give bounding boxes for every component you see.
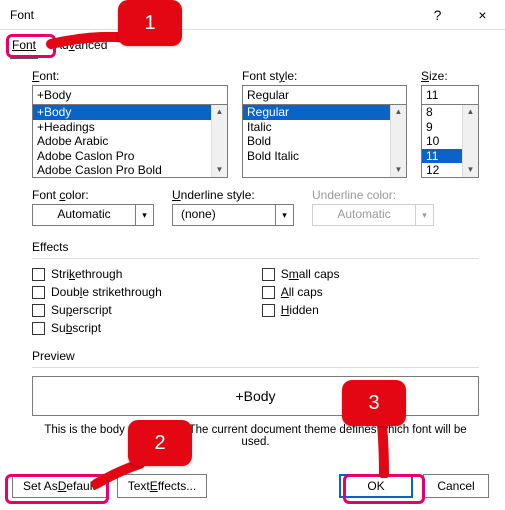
titlebar: Font ? × xyxy=(0,0,505,30)
tab-strip: Font Advanced xyxy=(0,30,505,59)
chevron-down-icon: ▾ xyxy=(415,205,433,225)
help-button[interactable]: ? xyxy=(415,0,460,30)
underline-color-label: Underline color: xyxy=(312,188,434,202)
checkbox-all-caps[interactable]: All caps xyxy=(262,285,340,299)
button-row: Set As Default Text Effects... OK Cancel xyxy=(0,464,505,510)
list-item[interactable]: Adobe Caslon Pro xyxy=(33,149,227,164)
font-input[interactable] xyxy=(32,85,228,105)
checkbox-superscript[interactable]: Superscript xyxy=(32,303,162,317)
list-item[interactable]: Adobe Arabic xyxy=(33,134,227,149)
window-title: Font xyxy=(10,8,415,22)
font-style-label: Font style: xyxy=(242,69,407,83)
underline-color-dropdown: Automatic ▾ xyxy=(312,204,434,226)
list-item[interactable]: +Body xyxy=(33,105,227,120)
scrollbar[interactable] xyxy=(211,105,227,177)
scrollbar[interactable] xyxy=(390,105,406,177)
chevron-down-icon: ▾ xyxy=(135,205,153,225)
underline-style-label: Underline style: xyxy=(172,188,294,202)
size-input[interactable] xyxy=(421,85,479,105)
underline-style-dropdown[interactable]: (none) ▾ xyxy=(172,204,294,226)
checkbox-double-strikethrough[interactable]: Double strikethrough xyxy=(32,285,162,299)
scrollbar[interactable] xyxy=(462,105,478,177)
list-item[interactable]: Bold Italic xyxy=(243,149,406,164)
font-style-input[interactable] xyxy=(242,85,407,105)
cancel-button[interactable]: Cancel xyxy=(423,474,489,498)
font-style-listbox[interactable]: Regular Italic Bold Bold Italic xyxy=(242,104,407,178)
tab-font[interactable]: Font xyxy=(10,36,38,59)
list-item[interactable]: Adobe Caslon Pro Bold xyxy=(33,163,227,178)
preview-label: Preview xyxy=(32,349,479,363)
effects-group: Strikethrough Double strikethrough Super… xyxy=(32,267,479,335)
size-label: Size: xyxy=(421,69,479,83)
font-color-dropdown[interactable]: Automatic ▾ xyxy=(32,204,154,226)
text-effects-button[interactable]: Text Effects... xyxy=(117,474,208,498)
effects-label: Effects xyxy=(32,240,479,254)
list-item[interactable]: Regular xyxy=(243,105,406,120)
font-color-label: Font color: xyxy=(32,188,154,202)
list-item[interactable]: +Headings xyxy=(33,120,227,135)
tab-advanced[interactable]: Advanced xyxy=(52,36,109,59)
font-listbox[interactable]: +Body +Headings Adobe Arabic Adobe Caslo… xyxy=(32,104,228,178)
checkbox-small-caps[interactable]: Small caps xyxy=(262,267,340,281)
list-item[interactable]: Bold xyxy=(243,134,406,149)
preview-box: +Body xyxy=(32,376,479,416)
checkbox-strikethrough[interactable]: Strikethrough xyxy=(32,267,162,281)
checkbox-hidden[interactable]: Hidden xyxy=(262,303,340,317)
dialog-body: Font: +Body +Headings Adobe Arabic Adobe… xyxy=(0,59,505,456)
close-button[interactable]: × xyxy=(460,0,505,30)
preview-hint: This is the body theme font. The current… xyxy=(32,424,479,448)
set-as-default-button[interactable]: Set As Default xyxy=(12,474,107,498)
chevron-down-icon: ▾ xyxy=(275,205,293,225)
ok-button[interactable]: OK xyxy=(339,474,413,498)
checkbox-subscript[interactable]: Subscript xyxy=(32,321,162,335)
font-label: Font: xyxy=(32,69,228,83)
size-listbox[interactable]: 8 9 10 11 12 xyxy=(421,104,479,178)
list-item[interactable]: Italic xyxy=(243,120,406,135)
